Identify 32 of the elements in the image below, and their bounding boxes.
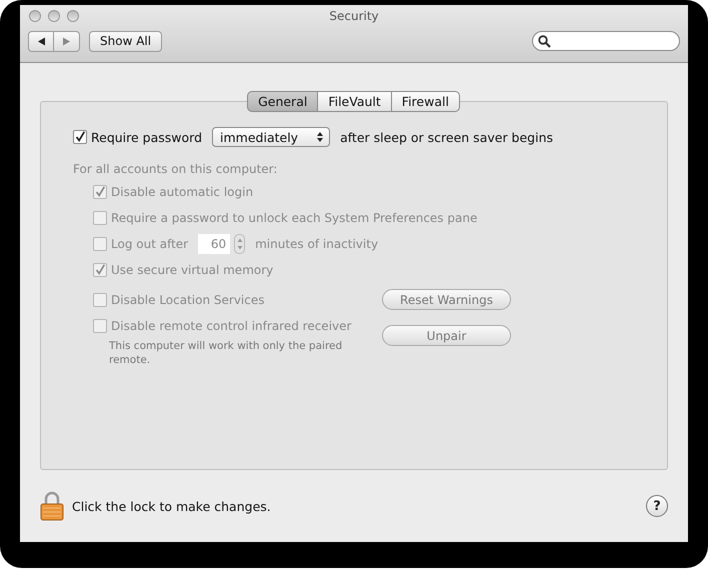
checkbox-label: Disable remote control infrared receiver [111, 319, 352, 333]
checkbox-label: Require a password to unlock each System Preferences pane [111, 211, 478, 225]
right-arrow-icon [62, 36, 71, 46]
tab[interactable]: General [247, 91, 318, 112]
lock-icon [40, 491, 64, 521]
updown-icon [236, 236, 243, 252]
checkbox-label: Log out after [111, 237, 188, 251]
note-text: This computer will work with only the paired remote. [108, 339, 344, 367]
suffix-text: minutes of inactivity [255, 237, 378, 251]
suffix-text: after sleep or screen saver begins [340, 130, 554, 144]
window-title: Security [329, 9, 379, 23]
show-all-button[interactable]: Show All [89, 30, 162, 52]
search-field[interactable] [532, 31, 680, 51]
checkbox[interactable] [73, 130, 87, 144]
delay-popup[interactable]: immediately [212, 127, 330, 147]
tab[interactable]: FileVault [317, 91, 392, 112]
checkbox-label: Disable Location Services [111, 293, 264, 307]
section-heading: For all accounts on this computer: [73, 161, 278, 178]
tab[interactable]: Firewall [390, 91, 460, 112]
help-button[interactable]: ? [646, 495, 668, 517]
back-button[interactable] [28, 30, 54, 52]
window-control[interactable] [48, 10, 60, 22]
window-control[interactable] [29, 10, 41, 22]
left-arrow-icon [36, 36, 46, 46]
checkbox-label: Require password [91, 130, 202, 144]
checkbox-label: Use secure virtual memory [111, 263, 274, 277]
checkbox-label: Disable automatic login [111, 185, 254, 199]
search-icon [538, 34, 551, 48]
lock-message: Click the lock to make changes. [72, 498, 271, 514]
updown-icon [316, 131, 324, 143]
lock-button[interactable] [40, 491, 64, 521]
window-control[interactable] [67, 10, 79, 22]
